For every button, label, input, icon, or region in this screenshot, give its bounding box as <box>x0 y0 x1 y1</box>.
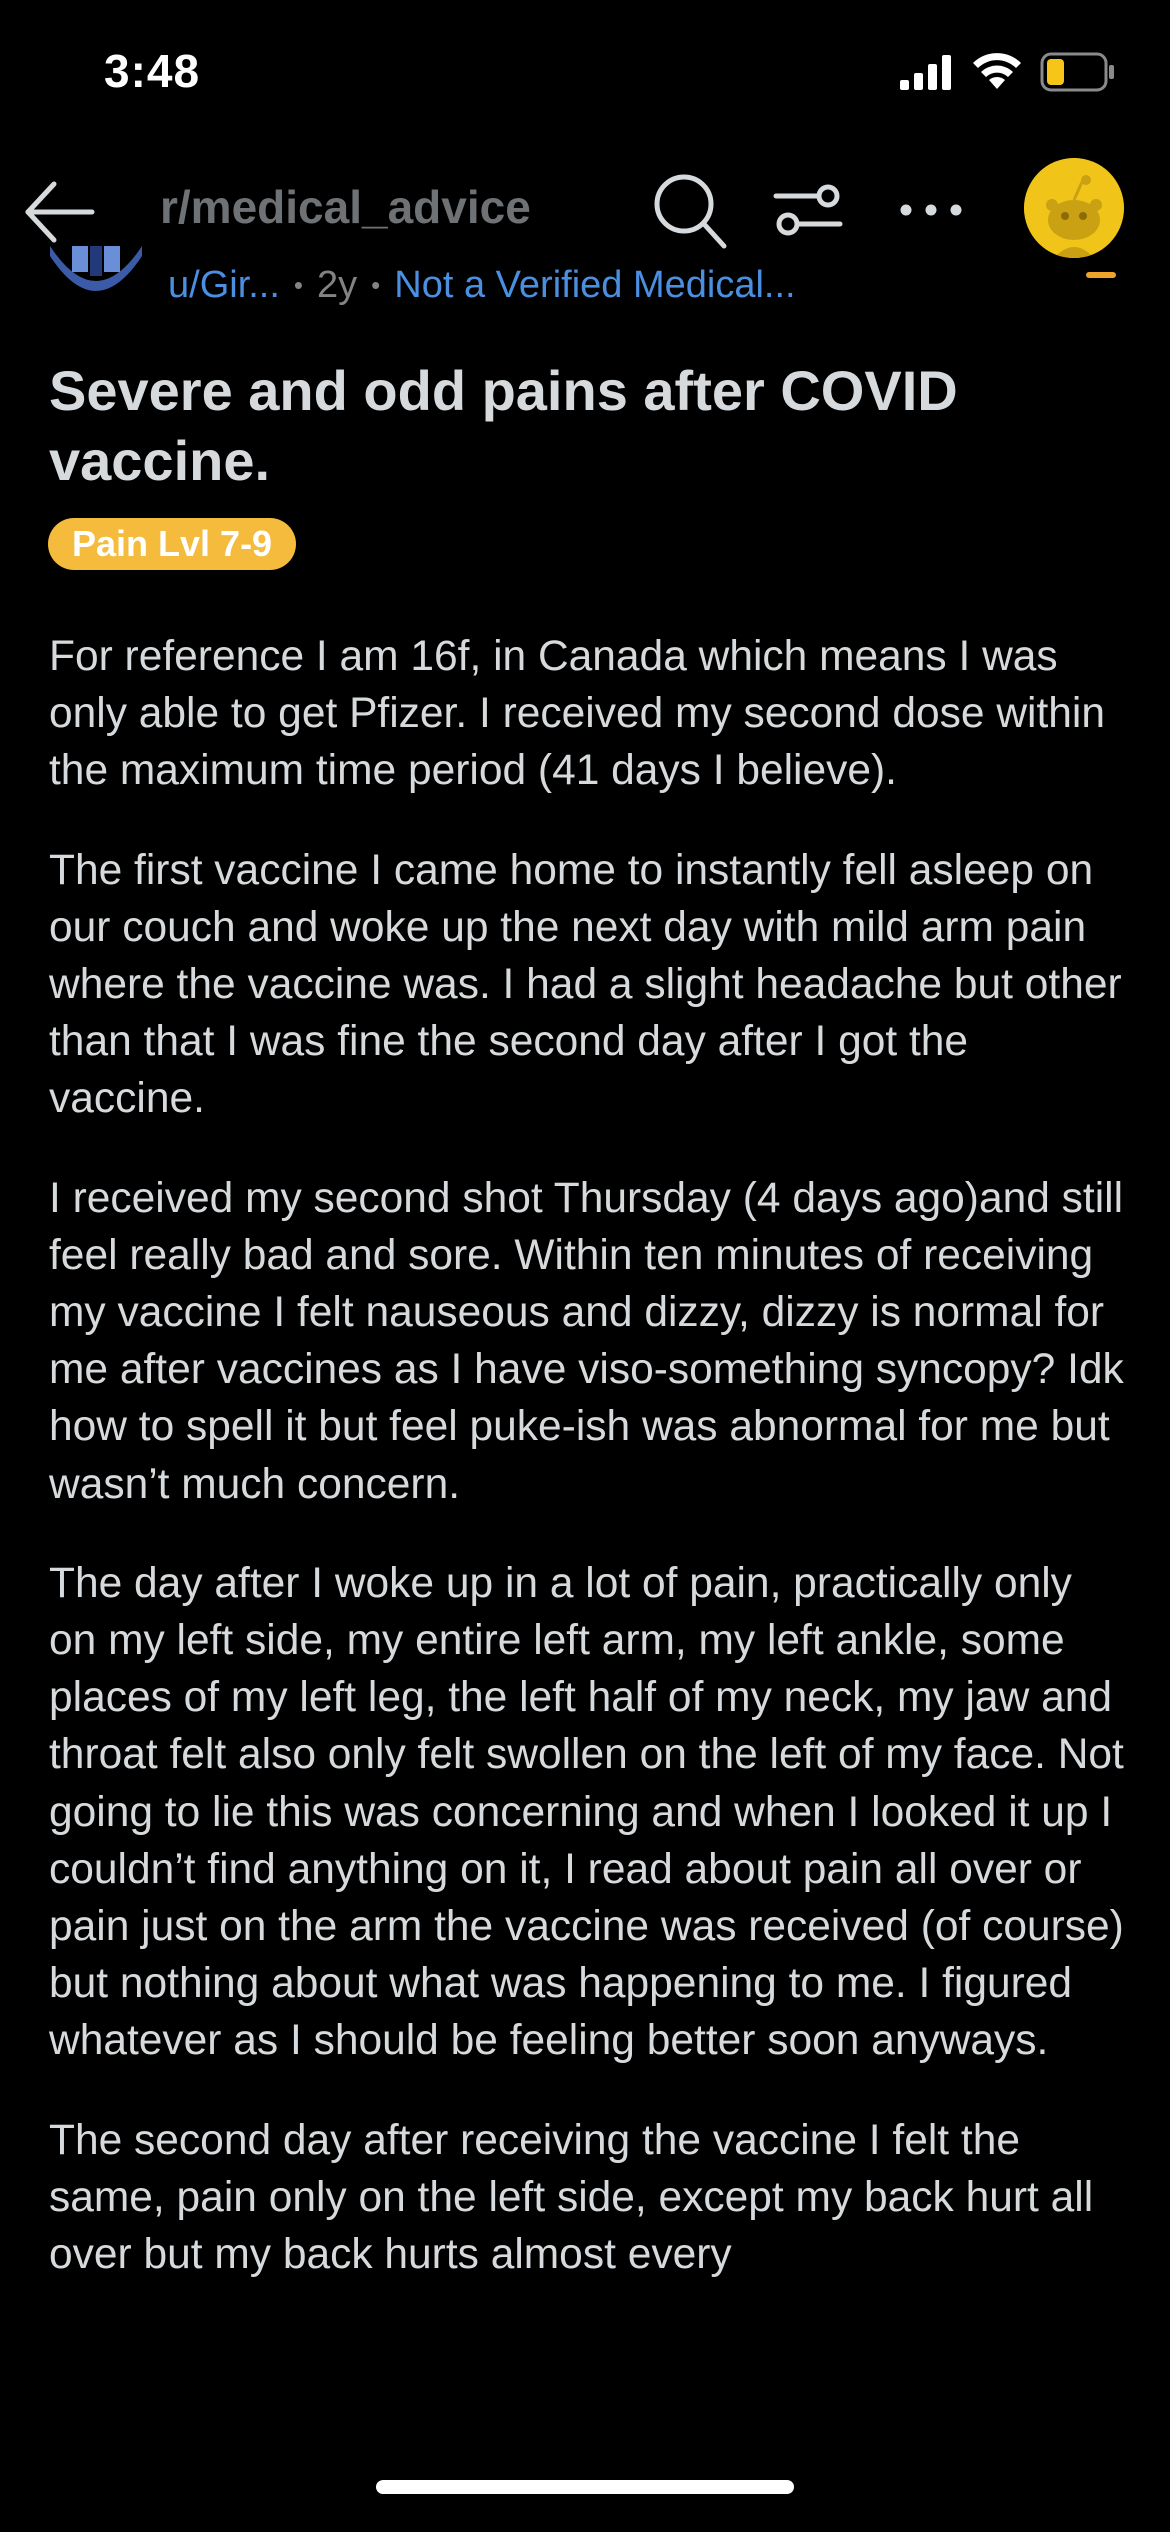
post-meta: u/Gir... • 2y • Not a Verified Medical..… <box>0 246 1170 308</box>
search-icon[interactable] <box>652 170 728 250</box>
more-icon[interactable] <box>896 172 966 248</box>
author-avatar[interactable] <box>50 246 142 306</box>
signal-icon <box>900 55 951 90</box>
nav-bar: r/medical_advice <box>0 150 1170 270</box>
snoo-avatar-icon[interactable] <box>1024 158 1124 258</box>
home-indicator[interactable] <box>376 2480 794 2494</box>
wifi-icon <box>973 53 1021 89</box>
subreddit-title[interactable]: r/medical_advice <box>160 180 531 234</box>
meta-text: u/Gir... • 2y • Not a Verified Medical..… <box>168 264 796 307</box>
battery-icon <box>1040 52 1114 92</box>
meta-separator: • <box>371 270 381 300</box>
post-title: Severe and odd pains after COVID vaccine… <box>49 359 958 492</box>
sort-icon[interactable] <box>770 172 846 248</box>
award-accent <box>1086 272 1116 278</box>
status-time: 3:48 <box>104 45 201 97</box>
status-bar: 3:48 <box>0 0 1170 150</box>
post-paragraph: For reference I am 16f, in Canada which … <box>49 633 1105 795</box>
back-arrow-icon[interactable] <box>22 174 98 250</box>
post-paragraph: The day after I woke up in a lot of pain… <box>49 1559 1124 2065</box>
post-age: 2y <box>317 264 358 306</box>
author-flair[interactable]: Not a Verified Medical... <box>394 264 795 307</box>
post-paragraph: I received my second shot Thursday (4 da… <box>49 1174 1124 1508</box>
post-body: For reference I am 16f, in Canada which … <box>49 628 1129 2325</box>
meta-separator: • <box>293 270 304 300</box>
author-username[interactable]: u/Gir... <box>168 264 280 307</box>
post-paragraph: The first vaccine I came home to instant… <box>49 846 1122 1123</box>
post-flair[interactable]: Pain Lvl 7-9 <box>48 518 297 570</box>
status-icons <box>900 52 1116 92</box>
post-paragraph: The second day after receiving the vacci… <box>49 2116 1094 2279</box>
